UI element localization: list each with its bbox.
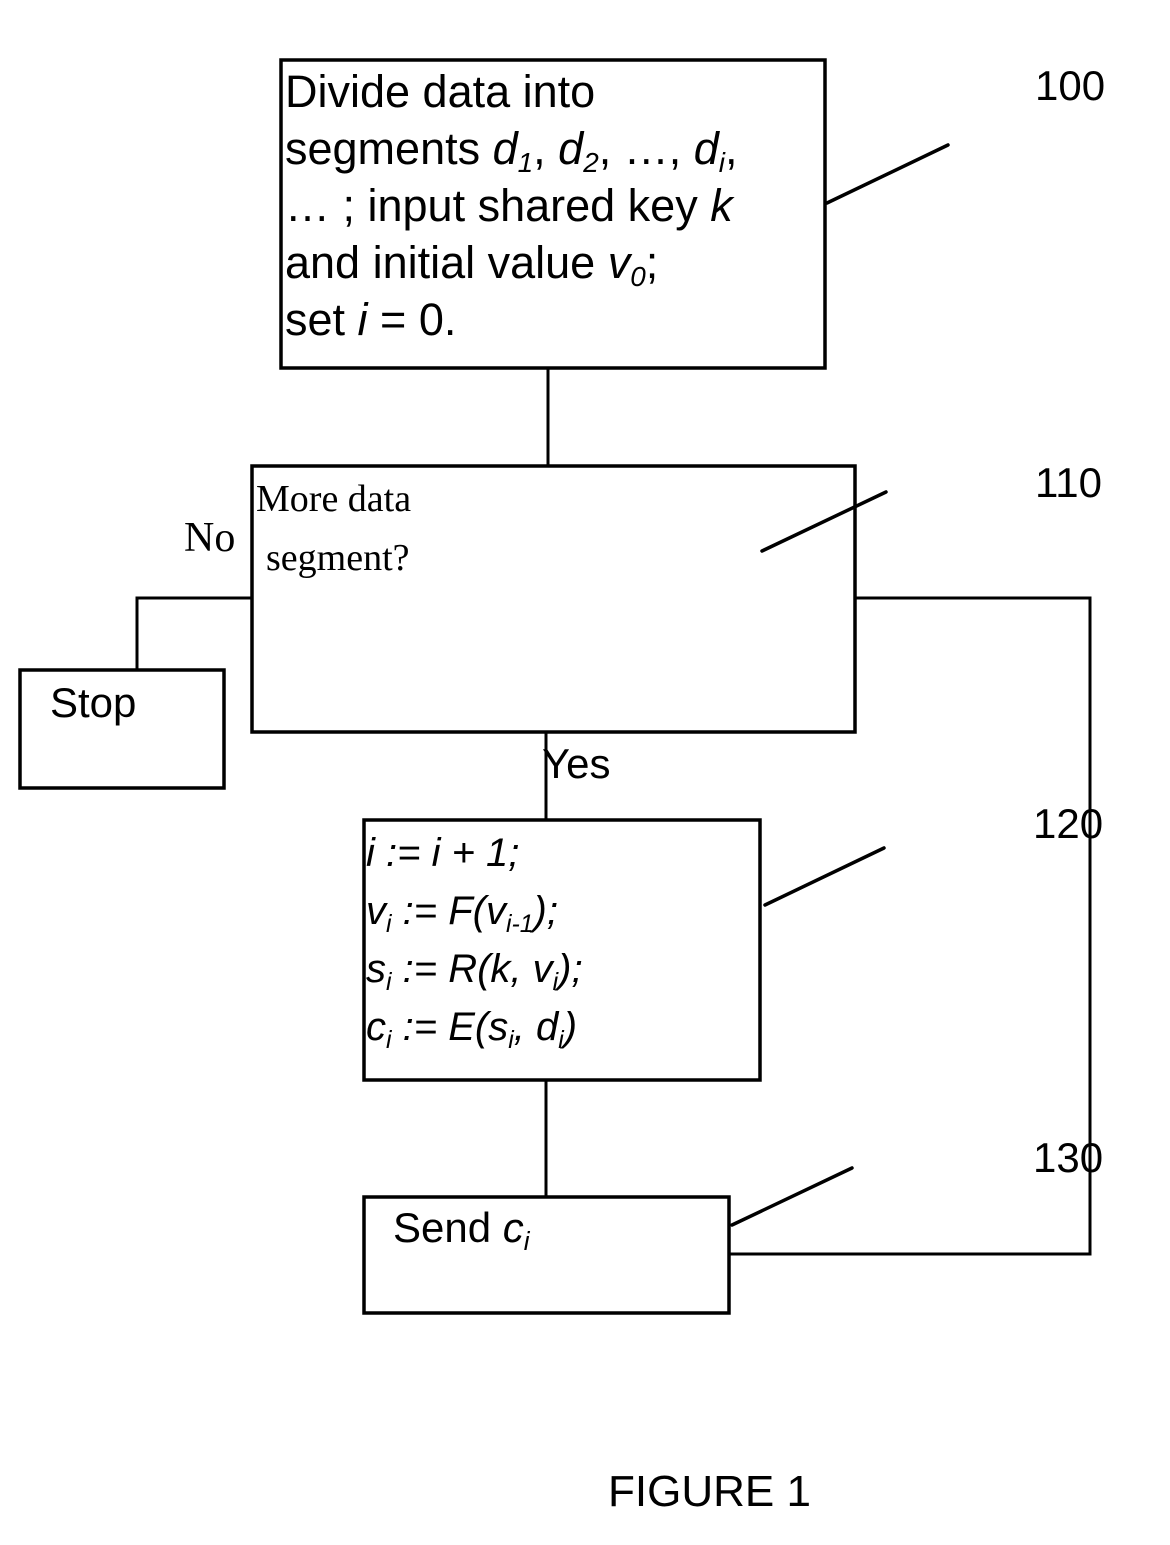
step-120-line-4: ci := E(si, di)	[366, 1005, 577, 1054]
text-segment: 1	[518, 147, 534, 178]
connector-no-to-stop	[135, 596, 252, 670]
text-segment: := E(s	[392, 1005, 509, 1049]
text-segment: );	[530, 889, 558, 933]
send-var: c	[503, 1204, 524, 1251]
text-segment: and initial value	[285, 237, 608, 288]
text-segment: segments	[285, 123, 493, 174]
text-segment: v	[366, 889, 388, 933]
text-segment: s	[366, 947, 386, 991]
text-segment: , …,	[599, 123, 694, 174]
step-100-line-1: Divide data into	[285, 66, 595, 117]
step-120-line-3: si := R(k, vi);	[366, 947, 583, 996]
text-segment: ,	[725, 123, 738, 174]
text-segment: );	[554, 947, 582, 991]
text-segment: 2	[582, 147, 599, 178]
leader-130	[730, 1166, 854, 1227]
leader-120	[763, 846, 886, 907]
text-segment: = 0.	[368, 294, 457, 345]
text-segment: := R(k, v	[392, 947, 555, 991]
figure-caption: FIGURE 1	[608, 1467, 811, 1516]
ref-110: 110	[1035, 459, 1102, 506]
stop-label: Stop	[50, 679, 136, 726]
no-label: No	[184, 515, 235, 561]
yes-label: Yes	[542, 740, 611, 787]
text-segment: i := i + 1;	[366, 831, 519, 875]
leader-100	[825, 143, 950, 205]
text-segment: d	[493, 123, 520, 174]
step-100-line-3: … ; input shared key k	[285, 180, 735, 231]
text-segment: := F(v	[392, 889, 508, 933]
text-segment: k	[710, 180, 735, 231]
text-segment: d	[694, 123, 721, 174]
step-100-line-4: and initial value v0;	[285, 237, 658, 292]
text-segment: set	[285, 294, 358, 345]
text-segment: Divide data into	[285, 66, 595, 117]
text-segment: 0	[630, 261, 646, 292]
ref-100: 100	[1035, 62, 1105, 109]
text-segment: ,	[533, 123, 558, 174]
step-110-line-2: segment?	[266, 537, 410, 579]
step-130-label: Send ci	[393, 1204, 531, 1256]
text-segment: v	[608, 237, 633, 288]
step-100-line-5: set i = 0.	[285, 294, 456, 345]
step-120-line-1: i := i + 1;	[366, 831, 519, 875]
text-segment: i-1	[506, 911, 534, 938]
step-110-line-1: More data	[256, 478, 411, 520]
ref-120: 120	[1033, 800, 1103, 847]
text-segment: , d	[514, 1005, 560, 1049]
text-segment: c	[366, 1005, 386, 1049]
text-segment: … ; input shared key	[285, 180, 710, 231]
text-segment: d	[558, 123, 585, 174]
text-segment: ;	[646, 237, 659, 288]
flowchart: 100 110 120 130 Divide data intosegments…	[18, 58, 1105, 1516]
send-text: Send	[393, 1204, 503, 1251]
step-100-line-2: segments d1, d2, …, di,	[285, 123, 737, 178]
ref-130: 130	[1033, 1134, 1103, 1181]
